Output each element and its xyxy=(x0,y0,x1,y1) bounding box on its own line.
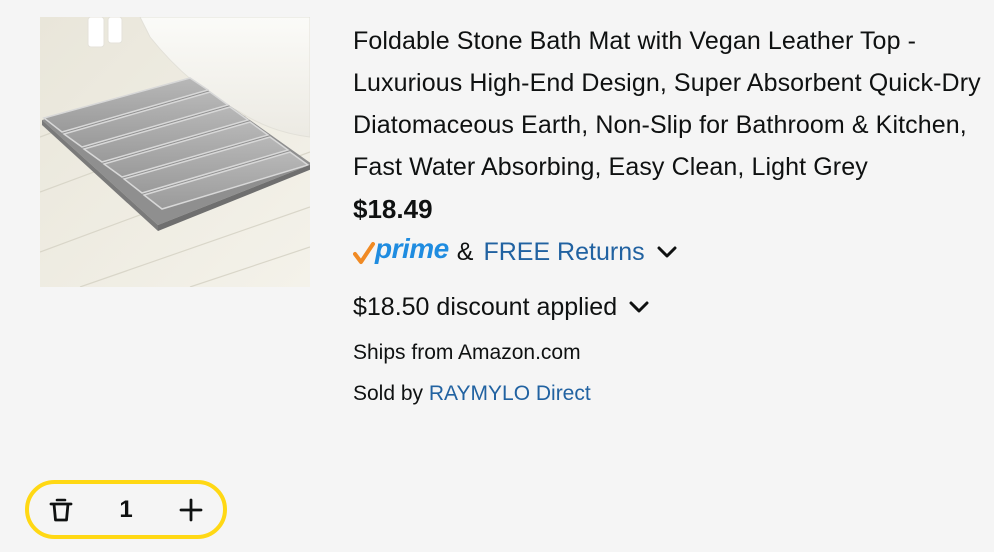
quantity-value: 1 xyxy=(119,496,133,523)
plus-icon xyxy=(179,498,203,521)
quantity-stepper: 1 xyxy=(25,480,227,539)
chevron-down-icon[interactable] xyxy=(657,245,677,259)
prime-logo: prime xyxy=(353,234,449,270)
sold-by: Sold by RAYMYLO Direct xyxy=(353,378,983,410)
chevron-down-icon[interactable] xyxy=(629,300,649,314)
prime-check-icon xyxy=(353,242,375,264)
product-price: $18.49 xyxy=(353,194,433,224)
seller-link[interactable]: RAYMYLO Direct xyxy=(429,382,591,405)
delivery-row: prime & FREE Returns xyxy=(353,234,983,270)
trash-icon xyxy=(49,498,73,521)
prime-label: prime xyxy=(375,233,449,264)
product-image[interactable] xyxy=(40,17,310,287)
product-details: Foldable Stone Bath Mat with Vegan Leath… xyxy=(353,20,983,410)
ships-from: Ships from Amazon.com xyxy=(353,341,581,364)
discount-row: $18.50 discount applied xyxy=(353,290,983,324)
ampersand: & xyxy=(456,237,474,266)
bath-mat-image xyxy=(40,17,310,287)
delete-button[interactable] xyxy=(33,484,89,535)
increase-quantity-button[interactable] xyxy=(163,484,219,535)
sold-by-prefix: Sold by xyxy=(353,382,424,405)
discount-text: $18.50 discount applied xyxy=(353,292,618,321)
free-returns-link[interactable]: FREE Returns xyxy=(483,238,644,267)
product-title[interactable]: Foldable Stone Bath Mat with Vegan Leath… xyxy=(353,20,983,188)
